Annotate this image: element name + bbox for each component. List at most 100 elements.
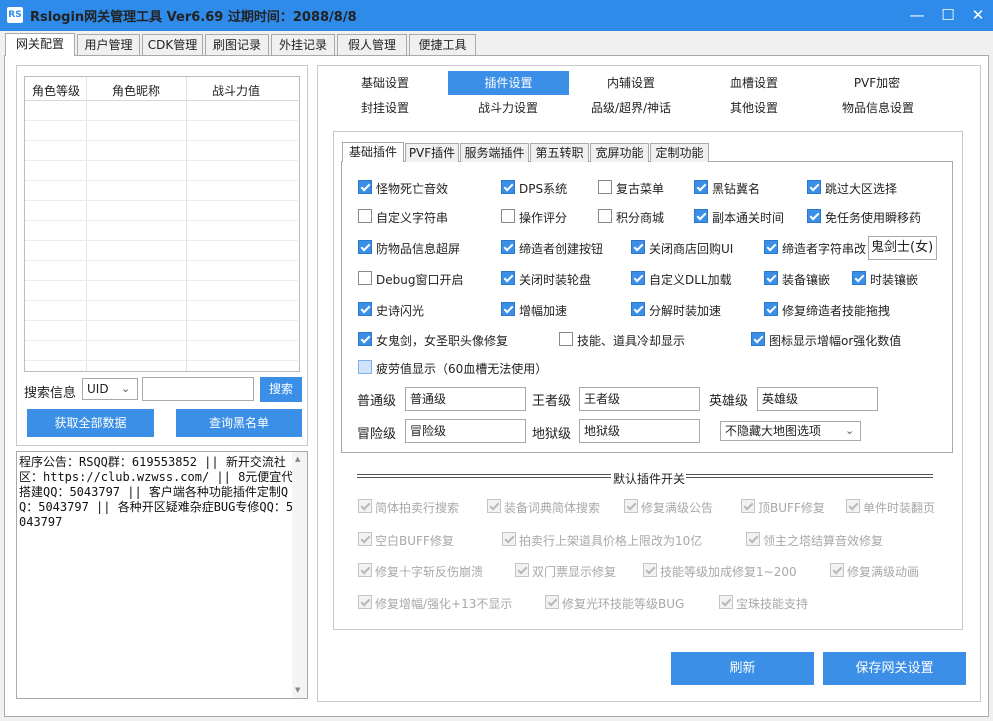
tab-hp-bar-settings[interactable]: 血槽设置 — [709, 71, 799, 95]
default-plugin-checkbox[interactable] — [846, 499, 860, 513]
tab-gateway-config[interactable]: 网关配置 — [5, 33, 75, 56]
search-type-dropdown[interactable]: UID ⌄ — [82, 378, 138, 400]
plugin-checkbox[interactable] — [501, 302, 515, 316]
close-icon[interactable]: ✕ — [963, 4, 993, 26]
tab-user-management[interactable]: 用户管理 — [77, 34, 140, 55]
default-plugin-checkbox[interactable] — [830, 563, 844, 577]
tab-cdk-management[interactable]: CDK管理 — [142, 34, 203, 55]
scroll-up-icon[interactable]: ▲ — [295, 455, 300, 463]
tab-internal-settings[interactable]: 内辅设置 — [586, 71, 676, 95]
default-plugin-checkbox[interactable] — [719, 595, 733, 609]
plugin-checkbox[interactable] — [358, 271, 372, 285]
plugin-checkbox[interactable] — [807, 180, 821, 194]
tab-bot-management[interactable]: 假人管理 — [337, 34, 407, 55]
grade-input[interactable]: 王者级 — [579, 387, 700, 411]
plugin-checkbox[interactable] — [501, 180, 515, 194]
default-plugin-checkbox[interactable] — [515, 563, 529, 577]
plugin-label: 增幅加速 — [519, 304, 568, 318]
creator-string-input[interactable]: 鬼剑士(女) — [868, 236, 937, 260]
grid-col-divider — [86, 77, 87, 371]
search-input[interactable] — [142, 377, 254, 401]
tab-quick-tools[interactable]: 便捷工具 — [409, 34, 476, 55]
tab-anticheat-settings[interactable]: 封挂设置 — [340, 96, 430, 120]
grade-input[interactable]: 普通级 — [405, 387, 526, 411]
plugin-checkbox[interactable] — [358, 209, 372, 223]
tab-widescreen[interactable]: 宽屏功能 — [590, 143, 649, 162]
plugin-checkbox[interactable] — [807, 209, 821, 223]
grade-input[interactable]: 英雄级 — [757, 387, 878, 411]
plugin-checkbox[interactable] — [694, 209, 708, 223]
tab-server-plugins[interactable]: 服务端插件 — [460, 143, 529, 162]
default-plugin-checkbox[interactable] — [624, 499, 638, 513]
plugin-checkbox[interactable] — [852, 271, 866, 285]
fetch-all-button[interactable]: 获取全部数据 — [27, 409, 154, 437]
plugin-checkbox[interactable] — [559, 332, 573, 346]
maximize-icon[interactable]: ☐ — [933, 4, 963, 26]
default-plugin-checkbox[interactable] — [741, 499, 755, 513]
default-plugin-checkbox[interactable] — [358, 499, 372, 513]
plugin-checkbox[interactable] — [358, 180, 372, 194]
default-plugin-checkbox[interactable] — [358, 595, 372, 609]
map-option-dropdown[interactable]: 不隐藏大地图选项 ⌄ — [720, 421, 861, 441]
scroll-down-icon[interactable]: ▼ — [295, 686, 300, 694]
search-label: 搜索信息 — [24, 386, 77, 401]
grid-row-line — [25, 240, 298, 241]
notice-scrollbar[interactable] — [292, 452, 307, 698]
plugin-label: 防物品信息超屏 — [376, 242, 461, 256]
grade-input[interactable]: 冒险级 — [405, 419, 526, 443]
plugin-checkbox[interactable] — [358, 302, 372, 316]
default-plugin-checkbox[interactable] — [643, 563, 657, 577]
tab-power-settings[interactable]: 战斗力设置 — [463, 96, 553, 120]
plugin-checkbox[interactable] — [598, 209, 612, 223]
save-gateway-button[interactable]: 保存网关设置 — [823, 652, 966, 685]
grid-header-level[interactable]: 角色等级 — [32, 82, 80, 99]
blacklist-button[interactable]: 查询黑名单 — [176, 409, 302, 437]
grid-header-name[interactable]: 角色昵称 — [112, 82, 160, 99]
default-plugin-label: 修复满级动画 — [847, 565, 920, 579]
tab-custom[interactable]: 定制功能 — [650, 143, 709, 162]
plugin-checkbox[interactable] — [501, 271, 515, 285]
grid-row-line — [25, 320, 298, 321]
plugin-checkbox[interactable] — [501, 209, 515, 223]
plugin-checkbox[interactable] — [358, 240, 372, 254]
default-plugin-checkbox[interactable] — [545, 595, 559, 609]
plugin-checkbox[interactable] — [631, 302, 645, 316]
plugin-checkbox[interactable] — [501, 240, 515, 254]
plugin-checkbox[interactable] — [764, 240, 778, 254]
default-plugin-checkbox[interactable] — [502, 532, 516, 546]
tab-pvf-plugins[interactable]: PVF插件 — [405, 143, 459, 162]
grade-input[interactable]: 地狱级 — [579, 419, 700, 443]
plugin-checkbox[interactable] — [358, 360, 372, 374]
plugin-checkbox[interactable] — [358, 332, 372, 346]
search-button[interactable]: 搜索 — [260, 377, 302, 402]
tab-cheat-log[interactable]: 外挂记录 — [271, 34, 335, 55]
tab-plugin-settings[interactable]: 插件设置 — [448, 71, 569, 95]
plugin-checkbox[interactable] — [631, 240, 645, 254]
plugin-checkbox[interactable] — [694, 180, 708, 194]
tab-grade-settings[interactable]: 品级/超界/神话 — [576, 96, 686, 120]
plugin-checkbox[interactable] — [764, 271, 778, 285]
plugin-label: 疲劳值显示（60血槽无法使用） — [376, 362, 548, 376]
plugin-checkbox[interactable] — [598, 180, 612, 194]
plugin-checkbox[interactable] — [764, 302, 778, 316]
tab-basic-plugins[interactable]: 基础插件 — [342, 142, 404, 162]
plugin-label: 装备镶嵌 — [782, 273, 831, 287]
refresh-button[interactable]: 刷新 — [671, 652, 814, 685]
chevron-down-icon: ⌄ — [845, 424, 855, 437]
default-plugin-checkbox[interactable] — [487, 499, 501, 513]
plugin-label: 缔造者创建按钮 — [519, 242, 604, 256]
default-plugin-checkbox[interactable] — [746, 532, 760, 546]
plugin-checkbox[interactable] — [751, 332, 765, 346]
tab-map-log[interactable]: 刷图记录 — [205, 34, 269, 55]
tab-item-info-settings[interactable]: 物品信息设置 — [828, 96, 928, 120]
tab-pvf-encryption[interactable]: PVF加密 — [832, 71, 922, 95]
plugin-checkbox[interactable] — [631, 271, 645, 285]
tab-other-settings[interactable]: 其他设置 — [709, 96, 799, 120]
grid-header-power[interactable]: 战斗力值 — [212, 82, 260, 99]
default-plugin-checkbox[interactable] — [358, 563, 372, 577]
minimize-icon[interactable]: — — [902, 4, 932, 26]
default-plugin-label: 拍卖行上架道具价格上限改为10亿 — [519, 534, 703, 548]
tab-fifth-job[interactable]: 第五转职 — [530, 143, 589, 162]
tab-basic-settings[interactable]: 基础设置 — [340, 71, 430, 95]
default-plugin-checkbox[interactable] — [358, 532, 372, 546]
